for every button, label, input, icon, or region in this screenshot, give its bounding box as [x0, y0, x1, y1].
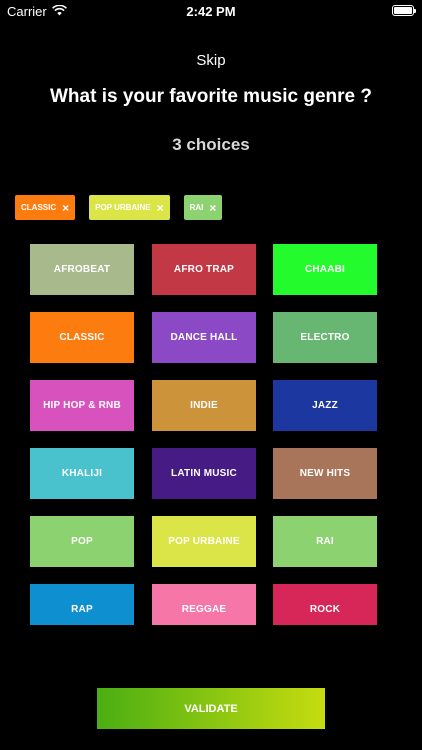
genre-tile[interactable]: POP [30, 516, 134, 567]
page-title: What is your favorite music genre ? [49, 86, 373, 107]
genre-tile[interactable]: POP URBAINE [152, 516, 256, 567]
genre-tile[interactable]: CHAABI [273, 244, 377, 295]
selected-chip: RAI × [183, 195, 223, 220]
chip-label: CLASSIC [21, 203, 57, 212]
genre-tile[interactable]: AFROBEAT [30, 244, 134, 295]
genre-tile[interactable]: INDIE [152, 380, 256, 431]
genre-tile[interactable]: RAP [30, 584, 134, 625]
genre-tile[interactable]: CLASSIC [30, 312, 134, 363]
close-icon[interactable]: × [157, 202, 164, 214]
genre-tile[interactable]: AFRO TRAP [152, 244, 256, 295]
genre-tile[interactable]: JAZZ [273, 380, 377, 431]
genre-grid: AFROBEAT AFRO TRAP CHAABI CLASSIC DANCE HALL… [30, 244, 377, 625]
selected-chip: CLASSIC × [15, 195, 76, 220]
genre-tile[interactable]: HIP HOP & RNB [30, 380, 134, 431]
genre-tile[interactable]: ELECTRO [273, 312, 377, 363]
chip-label: POP URBAINE [95, 203, 151, 212]
validate-button[interactable]: VALIDATE [97, 688, 325, 729]
status-time: 2:42 PM [186, 4, 236, 19]
chip-label: RAI [189, 203, 204, 212]
close-icon[interactable]: × [209, 202, 216, 214]
skip-button[interactable]: Skip [0, 52, 422, 69]
choices-count: 3 choices [172, 135, 250, 154]
genre-tile[interactable]: REGGAE [152, 584, 256, 625]
status-bar: Carrier 2:42 PM [0, 0, 422, 22]
genre-tile[interactable]: DANCE HALL [152, 312, 256, 363]
selected-chip: POP URBAINE × [89, 195, 170, 220]
genre-tile[interactable]: RAI [273, 516, 377, 567]
battery-fill [394, 7, 412, 14]
genre-tile[interactable]: ROCK [273, 584, 377, 625]
genre-tile[interactable]: NEW HITS [273, 448, 377, 499]
genre-tile[interactable]: LATIN MUSIC [152, 448, 256, 499]
genre-tile[interactable]: KHALIJI [30, 448, 134, 499]
selected-chips: CLASSIC × POP URBAINE × RAI × [15, 195, 223, 220]
close-icon[interactable]: × [62, 202, 69, 214]
battery-icon [392, 5, 416, 16]
